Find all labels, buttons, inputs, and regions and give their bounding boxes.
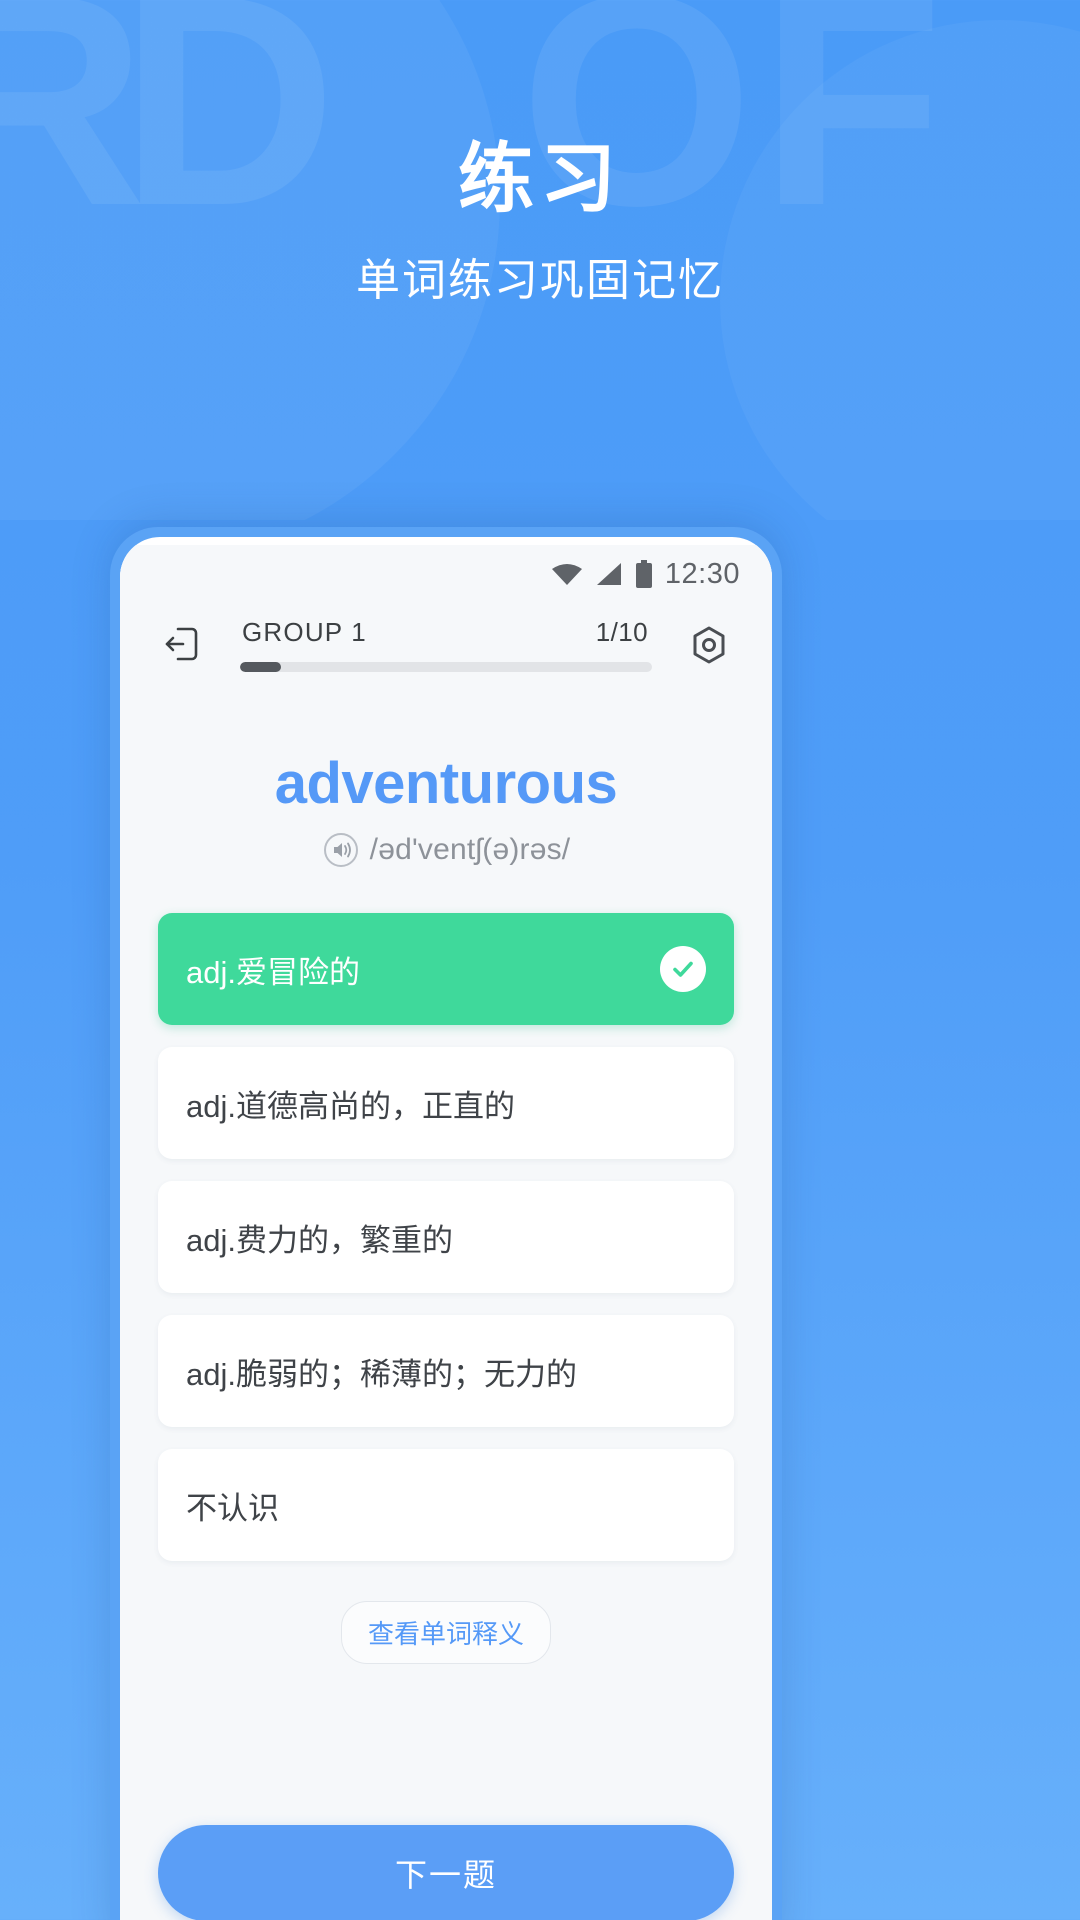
option-item-3[interactable]: adj.费力的，繁重的 [158,1181,734,1293]
battery-icon [635,560,652,588]
progress-bar-fill [240,662,282,672]
progress-labels: GROUP 1 1/10 [240,617,652,648]
speaker-icon[interactable] [322,831,360,869]
exit-button[interactable] [152,617,214,665]
option-label: adj.脆弱的；稀薄的；无力的 [186,1356,577,1392]
option-label: 不认识 [186,1490,279,1526]
question-count-label: 1/10 [595,617,648,647]
option-item-2[interactable]: adj.道德高尚的，正直的 [158,1047,734,1159]
status-bar-time: 12:30 [664,557,740,590]
check-mark-icon [673,961,693,977]
phone-screen-frame: 12:30 GROUP 1 1/10 adventurous /əd'ventʃ… [120,537,772,1920]
settings-button[interactable] [678,617,740,667]
check-circle-icon [660,946,706,992]
status-bar: 12:30 [120,545,772,603]
option-item-5[interactable]: 不认识 [158,1449,734,1561]
app-screen: 12:30 GROUP 1 1/10 adventurous /əd'ventʃ… [120,545,772,1920]
hero-section: 练习 单词练习巩固记忆 [0,0,1080,308]
page-title: 练习 [458,137,622,222]
page-subtitle: 单词练习巩固记忆 [356,255,724,305]
settings-nut-icon [693,626,725,664]
phone-mockup: 12:30 GROUP 1 1/10 adventurous /əd'ventʃ… [110,527,782,1920]
option-item-1[interactable]: adj.爱冒险的 [158,913,734,1025]
phonetic-text: /əd'ventʃ(ə)rəs/ [369,833,571,866]
app-header: GROUP 1 1/10 [120,603,772,676]
exit-icon [165,627,198,661]
word-section: adventurous /əd'ventʃ(ə)rəs/ [120,750,772,869]
word-text: adventurous [274,751,618,816]
option-label: adj.道德高尚的，正直的 [186,1088,515,1124]
wifi-icon [551,564,582,585]
cellular-signal-icon [596,563,621,585]
lookup-row: 查看单词释义 [120,1601,772,1664]
options-list: adj.爱冒险的 adj.道德高尚的，正直的 adj.费力的，繁重的 adj.脆… [120,913,772,1561]
group-label: GROUP 1 [242,617,367,647]
view-definition-button[interactable]: 查看单词释义 [340,1601,551,1664]
option-label: adj.爱冒险的 [186,954,360,990]
option-item-4[interactable]: adj.脆弱的；稀薄的；无力的 [158,1315,734,1427]
option-label: adj.费力的，繁重的 [186,1222,453,1258]
progress-bar-track [240,662,652,672]
next-question-button[interactable]: 下一题 [158,1825,734,1920]
progress-section: GROUP 1 1/10 [214,617,678,672]
next-button-wrap: 下一题 [120,1825,772,1920]
phonetic-row: /əd'ventʃ(ə)rəs/ [120,831,772,869]
